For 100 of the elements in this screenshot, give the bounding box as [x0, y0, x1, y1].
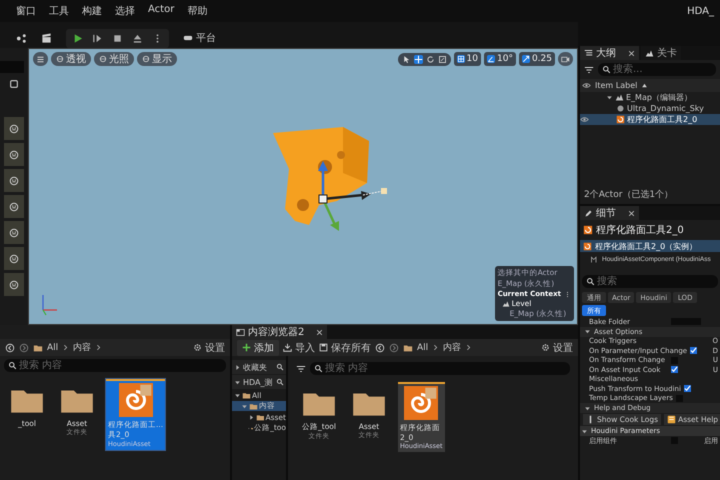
sphere-icon	[99, 55, 107, 63]
view-button[interactable]: 光照	[94, 52, 134, 66]
filter-icon[interactable]	[584, 64, 594, 74]
menu-item[interactable]: 帮助	[187, 4, 208, 18]
scale-snap-button[interactable]: 0.25	[518, 52, 555, 66]
browser-icon	[236, 328, 245, 336]
camera-button[interactable]	[558, 52, 573, 66]
play-icon[interactable]	[72, 32, 83, 44]
back-icon[interactable]	[375, 342, 385, 352]
side-button[interactable]	[4, 247, 24, 270]
checkbox[interactable]	[671, 437, 678, 444]
project-header[interactable]: HDA_测	[232, 375, 286, 389]
settings-button[interactable]: 设置	[193, 340, 225, 354]
search-field[interactable]: 搜索 内容	[310, 362, 570, 375]
transform-gizmo-drawing[interactable]	[318, 161, 387, 231]
outliner-item[interactable]: 程序化路面工具2_0	[580, 114, 720, 125]
menu-item[interactable]: 构建	[82, 4, 102, 18]
grid-snap-button[interactable]: 10	[454, 52, 481, 66]
gamepad-icon	[183, 33, 193, 43]
search-icon	[276, 378, 284, 386]
plus-icon	[242, 343, 251, 352]
eye-icon[interactable]	[580, 115, 589, 124]
forward-icon[interactable]	[19, 342, 29, 352]
angle-icon	[487, 55, 495, 63]
menu-item[interactable]: 工具	[49, 4, 69, 18]
forward-icon[interactable]	[389, 342, 399, 352]
menu-icon	[36, 54, 45, 64]
search-field[interactable]: 搜索	[582, 275, 718, 288]
actor-count: 2个Actor（已选1个）	[583, 188, 674, 202]
path-crumb[interactable]: 内容	[73, 341, 92, 354]
search-field[interactable]: 搜索 内容	[4, 359, 226, 372]
move-icon[interactable]	[414, 54, 423, 64]
grid-icon	[456, 55, 465, 63]
checkbox[interactable]	[676, 394, 683, 402]
chevron-icon	[95, 344, 102, 351]
favorites-header[interactable]: 收藏夹	[232, 360, 286, 374]
pencil-icon	[584, 208, 593, 218]
side-button[interactable]	[4, 143, 24, 166]
panel-tab[interactable]: 内容浏览器2	[232, 325, 328, 339]
close-icon[interactable]	[316, 328, 324, 336]
close-icon[interactable]	[628, 50, 635, 56]
back-icon[interactable]	[5, 342, 15, 352]
side-button[interactable]	[4, 195, 24, 218]
import-icon	[283, 343, 292, 352]
blueprint-icon[interactable]	[16, 32, 27, 44]
eject-icon[interactable]	[132, 32, 143, 44]
clapboard-icon[interactable]	[41, 32, 52, 44]
search-field[interactable]: 搜索...	[598, 63, 716, 76]
component-item[interactable]: 程序化路面工具2_0（实例）	[580, 240, 720, 252]
platform-button[interactable]: 平台	[183, 31, 216, 45]
camera-icon	[561, 54, 570, 64]
swirl-thumbnail-icon	[118, 383, 153, 417]
menu-item[interactable]: Actor	[148, 4, 174, 18]
sky-icon	[616, 104, 625, 113]
view-button[interactable]: 显示	[137, 52, 177, 66]
outliner-item[interactable]: Ultra_Dynamic_Sky	[580, 103, 720, 114]
side-button[interactable]	[4, 273, 24, 296]
scale-icon[interactable]	[438, 54, 447, 64]
pointer-icon[interactable]	[402, 54, 411, 64]
level-icon	[502, 300, 510, 308]
side-button[interactable]	[4, 169, 24, 192]
sort-icon[interactable]	[641, 82, 648, 89]
path-crumb[interactable]: All	[47, 342, 58, 352]
panel-tab[interactable]: 细节	[580, 206, 639, 220]
rotate-icon[interactable]	[426, 54, 435, 64]
path-crumb[interactable]: 内容	[443, 341, 462, 354]
search-icon	[8, 361, 17, 370]
menu-item[interactable]: 选择	[115, 4, 135, 18]
asset-icon	[583, 225, 593, 235]
settings-button[interactable]: 设置	[541, 340, 573, 354]
mountain-icon	[645, 48, 654, 58]
view-button[interactable]: 透视	[51, 52, 91, 66]
checkbox[interactable]	[690, 347, 698, 354]
step-icon[interactable]	[92, 32, 103, 44]
toolbar-button[interactable]: 导入	[283, 340, 315, 354]
side-button[interactable]	[4, 117, 24, 140]
side-button[interactable]	[4, 221, 24, 244]
square-icon[interactable]	[9, 79, 19, 89]
menu-item[interactable]: 窗口	[16, 4, 36, 18]
component-icon	[590, 254, 599, 264]
menu-button[interactable]	[33, 52, 48, 66]
close-icon[interactable]	[628, 210, 635, 216]
text-field[interactable]	[671, 318, 701, 326]
checkbox[interactable]	[671, 366, 678, 374]
rotation-snap-button[interactable]: 10°	[484, 52, 516, 66]
settings-icon	[541, 343, 550, 352]
sphere-icon	[142, 55, 150, 63]
axis-gizmo-drawing	[42, 295, 57, 316]
outliner-item[interactable]: E_Map（编辑器）	[580, 92, 720, 103]
panel-tab[interactable]: 大纲	[580, 46, 639, 60]
toolbar-button[interactable]: 保存所有	[319, 340, 371, 354]
book-icon	[667, 415, 676, 424]
eye-icon[interactable]	[582, 81, 591, 90]
add-button[interactable]: 添加	[237, 340, 279, 356]
more-icon[interactable]	[564, 290, 571, 298]
path-crumb[interactable]: All	[417, 342, 428, 352]
actor-name: 程序化路面工具2_0	[596, 224, 684, 237]
filter-icon[interactable]	[296, 364, 306, 374]
stop-icon[interactable]	[112, 32, 123, 44]
checkbox[interactable]	[684, 385, 691, 392]
